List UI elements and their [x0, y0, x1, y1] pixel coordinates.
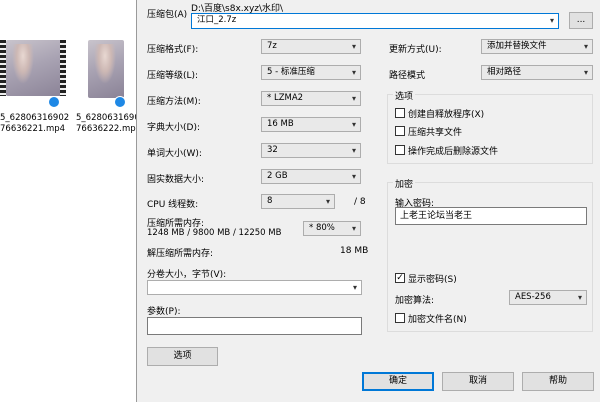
enc-method-select[interactable]: AES-256 ▾ — [509, 290, 587, 305]
encrypt-names-checkbox[interactable] — [395, 313, 405, 323]
level-label: 压缩等级(L): — [147, 71, 199, 81]
encryption-group-title: 加密 — [393, 177, 416, 190]
file-explorer: 5_62806316902 76636221.mp4 5_62806316902… — [0, 0, 145, 402]
show-password-checkbox[interactable]: ✓ — [395, 273, 405, 283]
sfx-label: 创建自释放程序(X) — [408, 110, 485, 120]
chevron-down-icon: ▾ — [351, 224, 356, 233]
chevron-down-icon: ▾ — [583, 42, 588, 51]
video-thumbnail — [88, 40, 124, 98]
chevron-down-icon: ▾ — [351, 120, 356, 129]
file-name: 5_62806316902 76636222.mp4 — [76, 113, 146, 134]
level-select[interactable]: 5 - 标准压缩 ▾ — [261, 65, 361, 80]
encrypt-names-label: 加密文件名(N) — [408, 315, 467, 325]
mem-decomp-value: 18 MB — [340, 246, 369, 256]
sync-badge-icon — [114, 96, 126, 108]
sfx-checkbox[interactable] — [395, 108, 405, 118]
params-input[interactable] — [147, 317, 362, 335]
shared-label: 压缩共享文件 — [408, 128, 463, 138]
delete-label: 操作完成后删除源文件 — [408, 147, 499, 157]
options-group-title: 选项 — [393, 89, 416, 102]
dict-label: 字典大小(D): — [147, 123, 200, 133]
chevron-down-icon: ▾ — [583, 68, 588, 77]
word-select[interactable]: 32 ▾ — [261, 143, 361, 158]
chevron-down-icon: ▾ — [325, 197, 330, 206]
delete-checkbox[interactable] — [395, 145, 405, 155]
cpu-total: / 8 — [354, 197, 366, 207]
mem-decomp-label: 解压缩所需内存: — [147, 249, 214, 259]
add-to-archive-dialog: 压缩包(A) D:\百度\s8x.xyz\水印\ 江口_2.7z ▾ ... 压缩… — [136, 0, 600, 402]
pathmode-select[interactable]: 相对路径 ▾ — [481, 65, 593, 80]
params-label: 参数(P): — [147, 307, 181, 317]
browse-button[interactable]: ... — [569, 12, 593, 29]
pathmode-label: 路径模式 — [389, 71, 426, 81]
video-thumbnail — [6, 40, 66, 96]
chevron-down-icon: ▾ — [351, 94, 356, 103]
chevron-down-icon[interactable]: ▾ — [353, 281, 357, 294]
volume-combo[interactable]: ▾ — [147, 280, 362, 295]
file-name: 5_62806316902 76636221.mp4 — [0, 113, 70, 134]
solid-label: 固实数据大小: — [147, 175, 205, 185]
film-strip-icon — [60, 40, 66, 96]
format-label: 压缩格式(F): — [147, 45, 199, 55]
archive-name-combo[interactable]: 江口_2.7z ▾ — [191, 13, 559, 29]
options-button[interactable]: 选项 — [147, 347, 218, 366]
solid-select[interactable]: 2 GB ▾ — [261, 169, 361, 184]
cpu-select[interactable]: 8 ▾ — [261, 194, 335, 209]
archive-label: 压缩包(A) — [147, 10, 188, 20]
shared-checkbox[interactable] — [395, 126, 405, 136]
update-select[interactable]: 添加并替换文件 ▾ — [481, 39, 593, 54]
format-select[interactable]: 7z ▾ — [261, 39, 361, 54]
sync-badge-icon — [48, 96, 60, 108]
cpu-label: CPU 线程数: — [147, 200, 199, 210]
ok-button[interactable]: 确定 — [362, 372, 434, 391]
password-input[interactable]: 上老王论坛当老王 — [395, 207, 587, 225]
enc-method-label: 加密算法: — [395, 296, 435, 306]
update-label: 更新方式(U): — [389, 45, 442, 55]
cancel-button[interactable]: 取消 — [442, 372, 514, 391]
method-label: 压缩方法(M): — [147, 97, 201, 107]
chevron-down-icon: ▾ — [351, 68, 356, 77]
method-select[interactable]: * LZMA2 ▾ — [261, 91, 361, 106]
chevron-down-icon: ▾ — [577, 293, 582, 302]
word-label: 单词大小(W): — [147, 149, 202, 159]
dict-select[interactable]: 16 MB ▾ — [261, 117, 361, 132]
chevron-down-icon[interactable]: ▾ — [550, 14, 554, 27]
chevron-down-icon: ▾ — [351, 42, 356, 51]
mem-comp-value: 1248 MB / 9800 MB / 12250 MB — [147, 228, 282, 238]
help-button[interactable]: 帮助 — [522, 372, 594, 391]
show-password-label: 显示密码(S) — [408, 275, 457, 285]
chevron-down-icon: ▾ — [351, 172, 356, 181]
chevron-down-icon: ▾ — [351, 146, 356, 155]
mem-percent-select[interactable]: * 80% ▾ — [303, 221, 361, 236]
volume-label: 分卷大小，字节(V): — [147, 270, 227, 280]
